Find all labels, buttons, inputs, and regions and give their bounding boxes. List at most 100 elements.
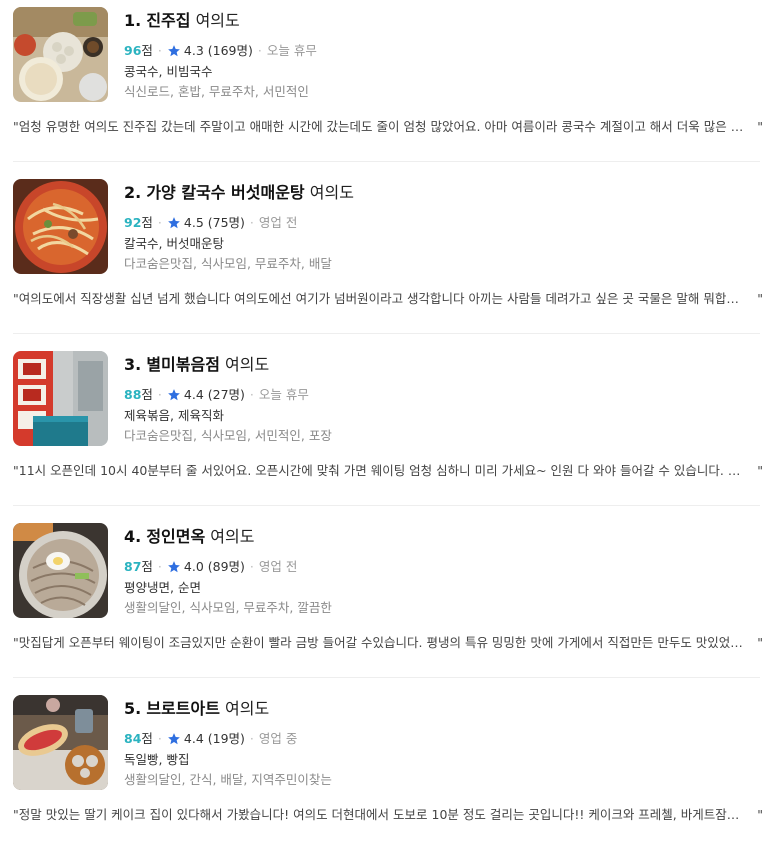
- star-icon: [168, 389, 180, 401]
- restaurant-title[interactable]: 4. 정인면옥 여의도: [124, 525, 254, 549]
- restaurant-area: 여의도: [225, 699, 270, 718]
- review-snippet[interactable]: "정말 맛있는 딸기 케이크 집이 있다해서 가봤습니다! 여의도 더현대에서 …: [13, 806, 763, 824]
- restaurant-name: 정인면옥: [146, 527, 206, 546]
- restaurant-photo[interactable]: [13, 523, 108, 618]
- rating-value: 4.5 (75명): [183, 215, 245, 230]
- score-value: 88: [124, 387, 142, 402]
- star-icon: [168, 561, 180, 573]
- restaurant-tags: 생활의달인, 간식, 배달, 지역주민이찾는: [124, 772, 332, 787]
- review-text: "맛집답게 오픈부터 웨이팅이 조금있지만 순환이 빨라 금방 들어갈 수있습니…: [13, 635, 743, 650]
- restaurant-meta: 87 점 · 4.0 (89명) · 영업 전: [124, 557, 297, 577]
- business-status: 오늘 휴무: [258, 387, 309, 402]
- score-unit: 점: [141, 215, 153, 230]
- restaurant-photo[interactable]: [13, 351, 108, 446]
- restaurant-title[interactable]: 3. 별미볶음점 여의도: [124, 353, 269, 377]
- review-end-quote: ": [757, 635, 763, 650]
- restaurant-item[interactable]: 1. 진주집 여의도 96 점 · 4.3 (169명) · 오늘 휴무 콩국수,…: [0, 0, 770, 172]
- restaurant-photo[interactable]: [13, 695, 108, 790]
- rank-number: 5.: [124, 699, 142, 718]
- rank-number: 3.: [124, 355, 142, 374]
- score-unit: 점: [141, 43, 153, 58]
- business-status: 오늘 휴무: [266, 43, 317, 58]
- restaurant-meta: 84 점 · 4.4 (19명) · 영업 중: [124, 729, 297, 749]
- restaurant-tags: 식신로드, 혼밥, 무료주차, 서민적인: [124, 84, 309, 99]
- score-value: 87: [124, 559, 142, 574]
- review-text: "엄청 유명한 여의도 진주집 갔는데 주말이고 애매한 시간에 갔는데도 줄이…: [13, 119, 744, 134]
- menu-categories: 제육볶음, 제육직화: [124, 408, 224, 423]
- review-snippet[interactable]: "엄청 유명한 여의도 진주집 갔는데 주말이고 애매한 시간에 갔는데도 줄이…: [13, 118, 763, 136]
- score-unit: 점: [141, 387, 153, 402]
- rating-value: 4.4 (27명): [183, 387, 245, 402]
- menu-categories: 콩국수, 비빔국수: [124, 64, 213, 79]
- restaurant-area: 여의도: [195, 11, 240, 30]
- rating-value: 4.3 (169명): [183, 43, 253, 58]
- separator-dot: ·: [249, 387, 254, 402]
- restaurant-meta: 92 점 · 4.5 (75명) · 영업 전: [124, 213, 297, 233]
- restaurant-title[interactable]: 1. 진주집 여의도: [124, 9, 240, 33]
- review-end-quote: ": [757, 807, 763, 822]
- star-icon: [168, 733, 180, 745]
- separator-dot: ·: [249, 731, 254, 746]
- restaurant-tags: 다코숨은맛집, 식사모임, 무료주차, 배달: [124, 256, 332, 271]
- rating-value: 4.0 (89명): [183, 559, 245, 574]
- rating-value: 4.4 (19명): [183, 731, 245, 746]
- restaurant-item[interactable]: 3. 별미볶음점 여의도 88 점 · 4.4 (27명) · 오늘 휴무 제육볶…: [0, 344, 770, 516]
- business-status: 영업 중: [258, 731, 298, 746]
- restaurant-meta: 88 점 · 4.4 (27명) · 오늘 휴무: [124, 385, 309, 405]
- review-snippet[interactable]: "11시 오픈인데 10시 40분부터 줄 서있어요. 오픈시간에 맞춰 가면 …: [13, 462, 763, 480]
- rank-number: 4.: [124, 527, 142, 546]
- score-unit: 점: [141, 559, 153, 574]
- restaurant-name: 별미볶음점: [146, 355, 220, 374]
- separator-dot: ·: [249, 559, 254, 574]
- separator-dot: ·: [157, 215, 162, 230]
- review-end-quote: ": [757, 119, 763, 134]
- restaurant-list: 1. 진주집 여의도 96 점 · 4.3 (169명) · 오늘 휴무 콩국수,…: [0, 0, 770, 842]
- restaurant-name: 진주집: [146, 11, 191, 30]
- divider: [13, 505, 760, 506]
- separator-dot: ·: [257, 43, 262, 58]
- menu-categories: 독일빵, 빵집: [124, 752, 190, 767]
- star-icon: [168, 217, 180, 229]
- divider: [13, 333, 760, 334]
- separator-dot: ·: [157, 731, 162, 746]
- separator-dot: ·: [157, 559, 162, 574]
- restaurant-title[interactable]: 2. 가양 칼국수 버섯매운탕 여의도: [124, 181, 354, 205]
- score-value: 92: [124, 215, 142, 230]
- restaurant-tags: 생활의달인, 식사모임, 무료주차, 깔끔한: [124, 600, 332, 615]
- restaurant-title[interactable]: 5. 브로트아트 여의도: [124, 697, 269, 721]
- menu-categories: 칼국수, 버섯매운탕: [124, 236, 224, 251]
- restaurant-name: 가양 칼국수 버섯매운탕: [146, 183, 305, 202]
- review-end-quote: ": [757, 463, 763, 478]
- restaurant-item[interactable]: 5. 브로트아트 여의도 84 점 · 4.4 (19명) · 영업 중 독일빵,…: [0, 688, 770, 842]
- restaurant-area: 여의도: [210, 527, 255, 546]
- restaurant-meta: 96 점 · 4.3 (169명) · 오늘 휴무: [124, 41, 317, 61]
- restaurant-area: 여의도: [309, 183, 354, 202]
- restaurant-item[interactable]: 4. 정인면옥 여의도 87 점 · 4.0 (89명) · 영업 전 평양냉면,…: [0, 516, 770, 688]
- restaurant-tags: 다코숨은맛집, 식사모임, 서민적인, 포장: [124, 428, 332, 443]
- review-text: "정말 맛있는 딸기 케이크 집이 있다해서 가봤습니다! 여의도 더현대에서 …: [13, 807, 740, 822]
- score-value: 96: [124, 43, 142, 58]
- review-text: "여의도에서 직장생활 십년 넘게 했습니다 여의도에선 여기가 넘버원이라고 …: [13, 291, 739, 306]
- score-unit: 점: [141, 731, 153, 746]
- star-icon: [168, 45, 180, 57]
- separator-dot: ·: [249, 215, 254, 230]
- review-text: "11시 오픈인데 10시 40분부터 줄 서있어요. 오픈시간에 맞춰 가면 …: [13, 463, 749, 478]
- business-status: 영업 전: [258, 215, 298, 230]
- restaurant-item[interactable]: 2. 가양 칼국수 버섯매운탕 여의도 92 점 · 4.5 (75명) · 영업…: [0, 172, 770, 344]
- restaurant-name: 브로트아트: [146, 699, 220, 718]
- review-snippet[interactable]: "여의도에서 직장생활 십년 넘게 했습니다 여의도에선 여기가 넘버원이라고 …: [13, 290, 763, 308]
- rank-number: 2.: [124, 183, 142, 202]
- divider: [13, 677, 760, 678]
- restaurant-photo[interactable]: [13, 7, 108, 102]
- review-snippet[interactable]: "맛집답게 오픈부터 웨이팅이 조금있지만 순환이 빨라 금방 들어갈 수있습니…: [13, 634, 763, 652]
- separator-dot: ·: [157, 43, 162, 58]
- menu-categories: 평양냉면, 순면: [124, 580, 201, 595]
- review-end-quote: ": [757, 291, 763, 306]
- restaurant-area: 여의도: [225, 355, 270, 374]
- restaurant-photo[interactable]: [13, 179, 108, 274]
- divider: [13, 161, 760, 162]
- rank-number: 1.: [124, 11, 142, 30]
- score-value: 84: [124, 731, 142, 746]
- business-status: 영업 전: [258, 559, 298, 574]
- separator-dot: ·: [157, 387, 162, 402]
